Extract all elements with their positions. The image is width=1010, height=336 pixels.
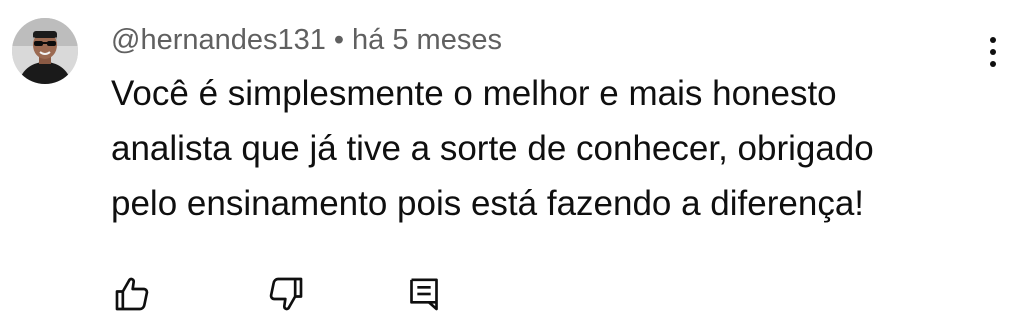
dislike-button[interactable]: [262, 270, 310, 318]
thumb-up-icon: [115, 277, 149, 311]
like-button[interactable]: [108, 270, 156, 318]
comment-text-line: analista que já tive a sorte de conhecer…: [111, 129, 874, 168]
comment-thread: @hernandes131 • há 5 meses Você é simple…: [0, 0, 1010, 336]
more-vert-icon: [990, 37, 996, 43]
comment-timestamp[interactable]: há 5 meses: [352, 24, 502, 57]
thumb-down-icon: [269, 277, 303, 311]
comment-text-line: Você é simplesmente o melhor e mais hone…: [111, 74, 837, 113]
comment-author[interactable]: @hernandes131: [111, 24, 326, 57]
comment-text-line: pelo ensinamento pois está fazendo a dif…: [111, 184, 865, 223]
comment-header: @hernandes131 • há 5 meses: [111, 20, 502, 60]
reply-comment-icon: [410, 278, 438, 311]
avatar[interactable]: [12, 18, 78, 84]
comment-actions: [108, 270, 468, 318]
avatar-image: [12, 18, 78, 84]
header-separator: •: [333, 23, 345, 56]
reply-button[interactable]: [400, 270, 448, 318]
comment-text: Você é simplesmente o melhor e mais hone…: [111, 66, 991, 231]
more-vert-icon-dot: [990, 49, 996, 55]
